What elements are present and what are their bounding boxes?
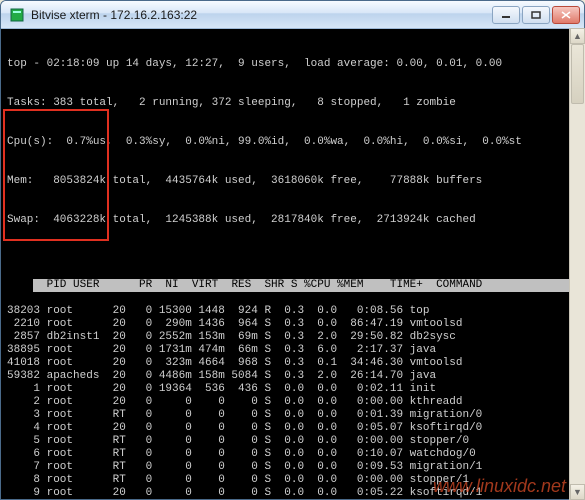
app-icon: [9, 7, 25, 23]
process-row: 41018 root 20 0 323m 4664 968 S 0.3 0.1 …: [7, 357, 584, 370]
minimize-button[interactable]: [492, 6, 520, 24]
top-summary-swap: Swap: 4063228k total, 1245388k used, 281…: [7, 214, 584, 227]
process-row: 2857 db2inst1 20 0 2552m 153m 69m S 0.3 …: [7, 331, 584, 344]
maximize-button[interactable]: [522, 6, 550, 24]
process-row: 59382 apacheds 20 0 4486m 158m 5084 S 0.…: [7, 370, 584, 383]
top-summary-mem: Mem: 8053824k total, 4435764k used, 3618…: [7, 175, 584, 188]
process-row: 2210 root 20 0 290m 1436 964 S 0.3 0.0 8…: [7, 318, 584, 331]
terminal-area[interactable]: top - 02:18:09 up 14 days, 12:27, 9 user…: [1, 29, 584, 499]
process-row: 4 root 20 0 0 0 0 S 0.0 0.0 0:05.07 ksof…: [7, 422, 584, 435]
chevron-up-icon: ▲: [573, 31, 582, 41]
process-row: 9 root 20 0 0 0 0 S 0.0 0.0 0:05.22 ksof…: [7, 487, 584, 499]
scroll-track[interactable]: [570, 44, 585, 484]
process-row: 5 root RT 0 0 0 0 S 0.0 0.0 0:00.00 stop…: [7, 435, 584, 448]
scroll-down-button[interactable]: ▼: [570, 484, 585, 500]
process-row: 3 root RT 0 0 0 0 S 0.0 0.0 0:01.39 migr…: [7, 409, 584, 422]
process-column-header: PID USER PR NI VIRT RES SHR S %CPU %MEM …: [33, 279, 584, 292]
close-button[interactable]: [552, 6, 580, 24]
maximize-icon: [531, 11, 541, 19]
titlebar[interactable]: Bitvise xterm - 172.16.2.163:22: [1, 1, 584, 29]
process-row: 38895 root 20 0 1731m 474m 66m S 0.3 6.0…: [7, 344, 584, 357]
process-row: 2 root 20 0 0 0 0 S 0.0 0.0 0:00.00 kthr…: [7, 396, 584, 409]
process-row: 8 root RT 0 0 0 0 S 0.0 0.0 0:00.00 stop…: [7, 474, 584, 487]
app-window: Bitvise xterm - 172.16.2.163:22 top - 02…: [0, 0, 585, 500]
process-row: 6 root RT 0 0 0 0 S 0.0 0.0 0:10.07 watc…: [7, 448, 584, 461]
close-icon: [561, 11, 571, 19]
process-list: 38203 root 20 0 15300 1448 924 R 0.3 0.0…: [7, 305, 584, 499]
top-summary-tasks: Tasks: 383 total, 2 running, 372 sleepin…: [7, 97, 584, 110]
window-title: Bitvise xterm - 172.16.2.163:22: [31, 8, 490, 22]
process-row: 38203 root 20 0 15300 1448 924 R 0.3 0.0…: [7, 305, 584, 318]
top-summary-cpu: Cpu(s): 0.7%us, 0.3%sy, 0.0%ni, 99.0%id,…: [7, 136, 584, 149]
minimize-icon: [501, 11, 511, 19]
process-row: 7 root RT 0 0 0 0 S 0.0 0.0 0:09.53 migr…: [7, 461, 584, 474]
vertical-scrollbar[interactable]: ▲ ▼: [569, 28, 585, 500]
top-summary-uptime: top - 02:18:09 up 14 days, 12:27, 9 user…: [7, 58, 584, 71]
scroll-thumb[interactable]: [571, 44, 584, 104]
scroll-up-button[interactable]: ▲: [570, 28, 585, 44]
process-row: 1 root 20 0 19364 536 436 S 0.0 0.0 0:02…: [7, 383, 584, 396]
blank-line: [7, 253, 584, 266]
chevron-down-icon: ▼: [573, 487, 582, 497]
